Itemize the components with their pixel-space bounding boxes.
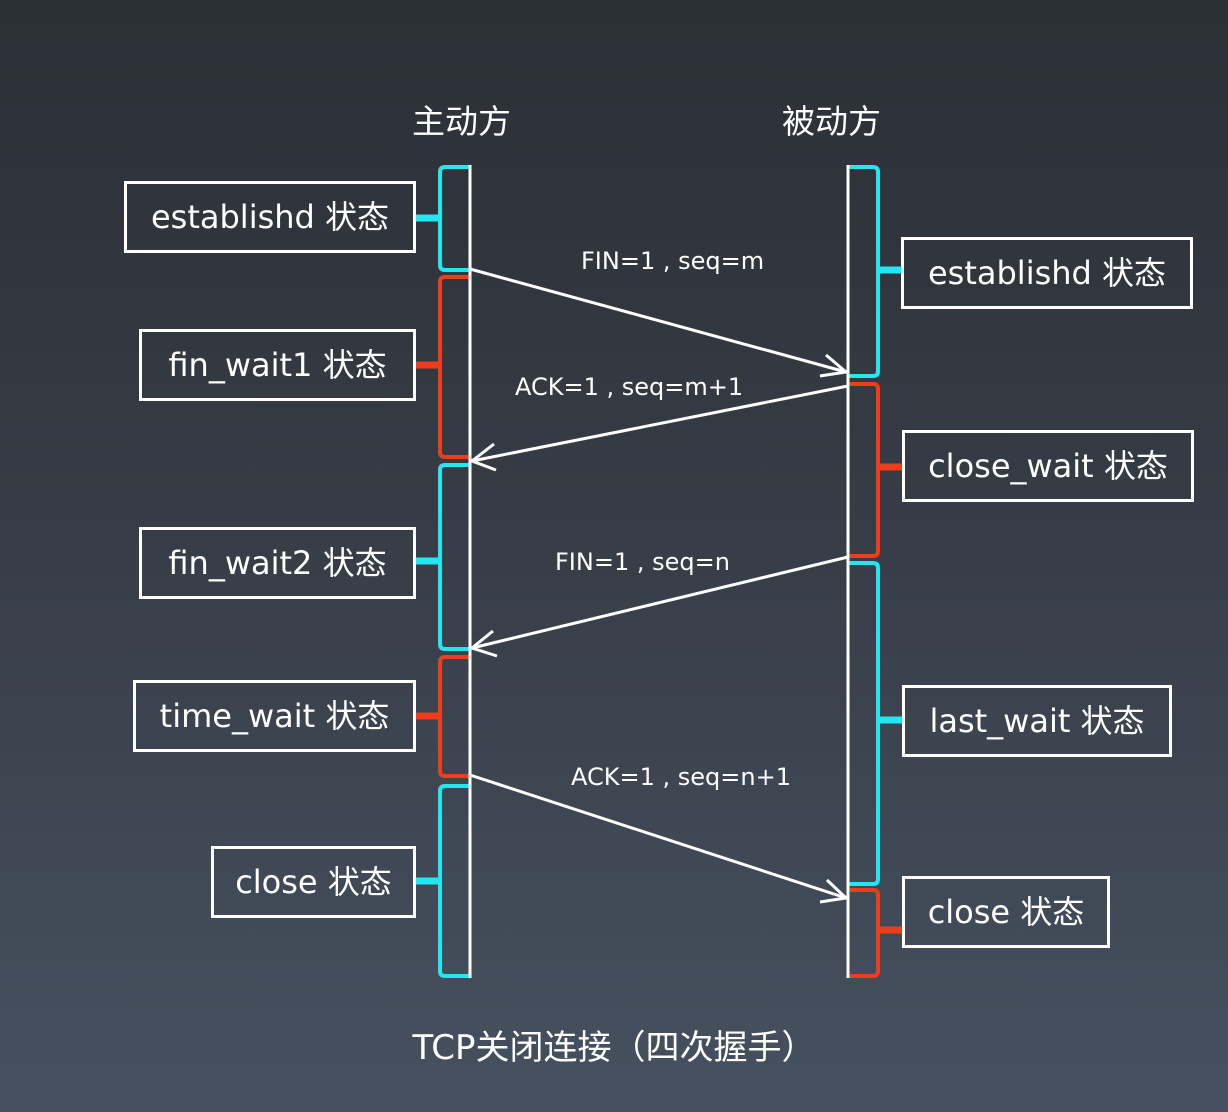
- passive-phase-bracket-4: [848, 888, 880, 978]
- message-arrow-1: [469, 267, 850, 378]
- passive-state-establishd: establishd 状态: [901, 237, 1193, 309]
- tcp-four-way-handshake-diagram: 主动方 被动方 establishd 状态 fin_wait1 状态 fin_w…: [0, 0, 1228, 1112]
- message-label-1: FIN=1 , seq=m: [581, 247, 765, 275]
- active-phase-bracket-2: [438, 275, 470, 459]
- passive-state-close: close 状态: [902, 876, 1110, 948]
- message-label-4: ACK=1 , seq=n+1: [571, 763, 791, 791]
- message-label-2: ACK=1 , seq=m+1: [515, 373, 744, 401]
- message-arrow-4: [469, 773, 850, 904]
- passive-state-close-wait: close_wait 状态: [902, 430, 1194, 502]
- active-party-title: 主动方: [412, 102, 511, 141]
- active-phase-bracket-3: [438, 463, 470, 651]
- passive-phase-bracket-2: [848, 382, 880, 558]
- active-state-time-wait: time_wait 状态: [133, 680, 416, 752]
- active-phase-bracket-1: [438, 165, 470, 272]
- message-label-3: FIN=1 , seq=n: [555, 548, 730, 576]
- active-state-fin-wait1: fin_wait1 状态: [139, 329, 416, 401]
- passive-phase-bracket-3: [848, 561, 880, 886]
- active-state-establishd: establishd 状态: [124, 181, 416, 253]
- active-phase-bracket-4: [438, 655, 470, 778]
- active-phase-bracket-5: [438, 784, 470, 978]
- diagram-caption: TCP关闭连接（四次握手）: [412, 1028, 816, 1068]
- active-state-close: close 状态: [211, 846, 416, 918]
- passive-phase-bracket-1: [848, 165, 880, 378]
- passive-state-last-wait: last_wait 状态: [902, 685, 1172, 757]
- active-state-fin-wait2: fin_wait2 状态: [139, 527, 416, 599]
- passive-party-title: 被动方: [782, 102, 881, 141]
